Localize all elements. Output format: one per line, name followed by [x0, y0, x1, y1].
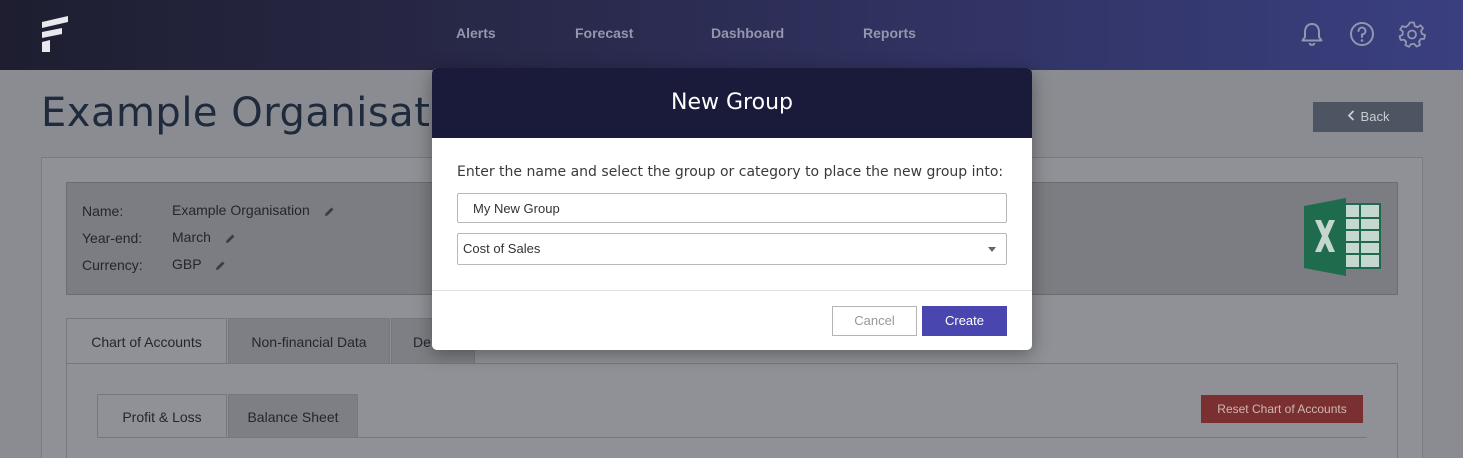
yearend-value: March: [172, 229, 211, 245]
currency-value: GBP: [172, 256, 202, 272]
currency-value-row: GBP: [172, 256, 226, 272]
subtab-profit-loss[interactable]: Profit & Loss: [97, 394, 227, 438]
modal-title: New Group: [671, 90, 793, 115]
reset-chart-of-accounts-button[interactable]: Reset Chart of Accounts: [1201, 395, 1363, 423]
tab-non-financial-data[interactable]: Non-financial Data: [228, 318, 390, 364]
top-navbar: Alerts Forecast Dashboard Reports: [0, 0, 1463, 70]
nav-dashboard[interactable]: Dashboard: [711, 25, 784, 41]
name-label: Name:: [82, 203, 124, 219]
name-value-row: Example Organisation: [172, 202, 335, 218]
modal-header: New Group: [432, 68, 1032, 138]
page-title: Example Organisation: [41, 90, 493, 136]
subtab-divider: [97, 437, 1367, 438]
back-button-label: Back: [1360, 109, 1390, 124]
chevron-left-icon: [1347, 102, 1355, 132]
nav-alerts[interactable]: Alerts: [456, 25, 496, 41]
back-button[interactable]: Back: [1313, 102, 1423, 132]
currency-label: Currency:: [82, 257, 143, 273]
bell-icon[interactable]: [1298, 20, 1326, 48]
nav-reports[interactable]: Reports: [863, 25, 916, 41]
gear-icon[interactable]: [1398, 20, 1426, 48]
excel-icon[interactable]: [1300, 196, 1382, 278]
new-group-modal: New Group Enter the name and select the …: [432, 68, 1032, 350]
nav-forecast[interactable]: Forecast: [575, 25, 633, 41]
category-select[interactable]: Cost of Sales: [457, 233, 1007, 265]
tab-chart-of-accounts[interactable]: Chart of Accounts: [66, 318, 227, 364]
create-button[interactable]: Create: [922, 306, 1007, 336]
edit-yearend-pencil-icon[interactable]: [225, 233, 236, 244]
modal-prompt: Enter the name and select the group or c…: [457, 164, 1004, 180]
app-logo-icon[interactable]: [40, 14, 72, 54]
edit-currency-pencil-icon[interactable]: [215, 260, 226, 271]
name-value: Example Organisation: [172, 202, 310, 218]
subtab-balance-sheet[interactable]: Balance Sheet: [228, 394, 358, 438]
cancel-button[interactable]: Cancel: [832, 306, 917, 336]
yearend-value-row: March: [172, 229, 236, 245]
yearend-label: Year-end:: [82, 230, 143, 246]
group-name-input[interactable]: [457, 193, 1007, 223]
modal-divider: [432, 290, 1032, 291]
help-icon[interactable]: [1348, 20, 1376, 48]
caret-down-icon: [988, 247, 996, 252]
edit-name-pencil-icon[interactable]: [324, 206, 335, 217]
category-select-value: Cost of Sales: [463, 241, 541, 256]
